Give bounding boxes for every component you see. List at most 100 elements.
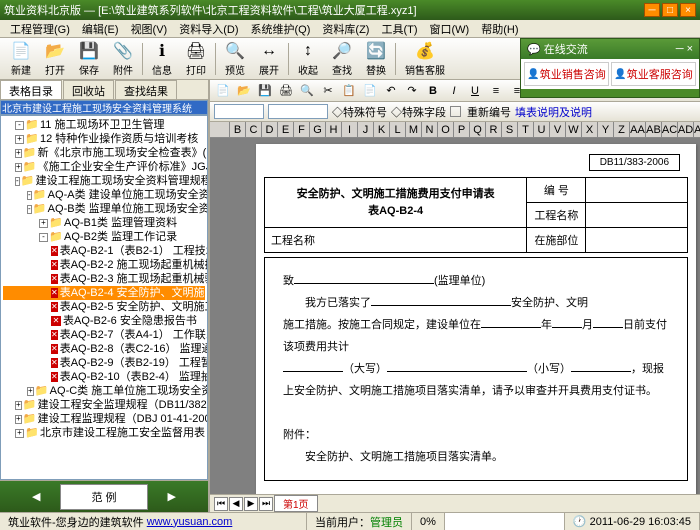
tree-toggle-icon[interactable]: - (15, 177, 20, 186)
column-header[interactable]: S (502, 122, 518, 137)
tree-node[interactable]: -📁11 施工现场环卫卫生管理 (3, 118, 205, 132)
service-consult-button[interactable]: 👤筑业客服咨询 (611, 62, 696, 86)
column-header[interactable]: AE (694, 122, 700, 137)
menu-item[interactable]: 资料库(Z) (316, 20, 375, 38)
tree-toggle-icon[interactable]: + (27, 387, 34, 396)
column-header[interactable]: Y (598, 122, 614, 137)
column-header[interactable]: K (374, 122, 390, 137)
align-left-icon[interactable]: ≡ (487, 82, 505, 100)
menu-item[interactable]: 窗口(W) (424, 20, 476, 38)
column-header[interactable]: Z (614, 122, 630, 137)
minimize-button[interactable]: ─ (644, 3, 660, 17)
tool-附件[interactable]: 📎附件 (106, 38, 140, 80)
document-scroll-area[interactable]: DB11/383-2006 安全防护、文明施工措施费用支付申请表 表AQ-B2-… (210, 138, 700, 494)
tree-node[interactable]: -📁AQ-B2类 监理工作记录 (3, 230, 205, 244)
field-dept[interactable] (586, 228, 688, 253)
tree-node[interactable]: ✕表AQ-B2-1（表B2-1） 工程技术 (3, 244, 205, 258)
cut-icon[interactable]: ✂ (319, 82, 337, 100)
tree-node[interactable]: ✕表AQ-B2-7（表A4-1） 工作联系 (3, 328, 205, 342)
menu-item[interactable]: 系统维护(Q) (245, 20, 317, 38)
tool-打印[interactable]: 🖨打印 (179, 38, 213, 80)
left-tab[interactable]: 表格目录 (0, 80, 62, 99)
help-link[interactable]: 填表说明及说明 (515, 104, 592, 120)
column-header[interactable]: M (406, 122, 422, 137)
field-project[interactable] (586, 203, 688, 228)
tree-node[interactable]: +📁建设工程监理规程（DBJ 01-41-2002） (3, 412, 205, 426)
formula-input[interactable] (268, 104, 328, 119)
column-header[interactable]: AA (630, 122, 646, 137)
maximize-button[interactable]: □ (662, 3, 678, 17)
close-button[interactable]: × (680, 3, 696, 17)
paste-icon[interactable]: 📄 (361, 82, 379, 100)
column-header[interactable]: H (326, 122, 342, 137)
tool-展开[interactable]: ↔展开 (252, 38, 286, 80)
tree-node[interactable]: ✕表AQ-B2-9（表B2-19） 工程暂停 (3, 356, 205, 370)
tree-node[interactable]: ✕表AQ-B2-6 安全隐患报告书 (3, 314, 205, 328)
tree-node[interactable]: ✕表AQ-B2-5 安全防护、文明施工 (3, 300, 205, 314)
tree-node[interactable]: ✕表AQ-B2-10（表B2-4） 监理抽查 (3, 370, 205, 384)
page-next-button[interactable]: ▶ (244, 497, 258, 511)
menu-item[interactable]: 编辑(E) (76, 20, 125, 38)
column-header[interactable]: R (486, 122, 502, 137)
column-header[interactable]: V (550, 122, 566, 137)
column-header[interactable]: I (342, 122, 358, 137)
tool-替换[interactable]: 🔄替换 (359, 38, 393, 80)
column-header[interactable]: AD (678, 122, 694, 137)
tree-node[interactable]: +📁12 特种作业操作资质与培训考核 (3, 132, 205, 146)
tree-node[interactable]: +📁AQ-C类 施工单位施工现场安全资料 (3, 384, 205, 398)
bold-icon[interactable]: B (424, 82, 442, 100)
page-last-button[interactable]: ⏭ (259, 497, 273, 511)
range-prev-icon[interactable]: ◀ (32, 490, 40, 503)
renumber-checkbox[interactable] (450, 106, 461, 117)
tree-node[interactable]: ✕表AQ-B2-2 施工现场起重机械拆 (3, 258, 205, 272)
new-icon[interactable]: 📄 (214, 82, 232, 100)
column-header[interactable] (210, 122, 230, 137)
range-next-icon[interactable]: ▶ (168, 490, 176, 503)
tree-toggle-icon[interactable]: + (15, 135, 24, 144)
tool-新建[interactable]: 📄新建 (4, 38, 38, 80)
tool-销售客服[interactable]: 💰销售客服 (398, 38, 452, 80)
menu-item[interactable]: 帮助(H) (475, 20, 524, 38)
status-url[interactable]: www.yusuan.com (147, 516, 233, 528)
tree-toggle-icon[interactable]: + (15, 429, 24, 438)
save-icon[interactable]: 💾 (256, 82, 274, 100)
preview-icon[interactable]: 🔍 (298, 82, 316, 100)
underline-icon[interactable]: U (466, 82, 484, 100)
open-icon[interactable]: 📂 (235, 82, 253, 100)
tree-node[interactable]: ✕表AQ-B2-3 施工现场起重机械验 (3, 272, 205, 286)
tree-node[interactable]: ✕表AQ-B2-8（表C2-16） 监理通知 (3, 342, 205, 356)
tree-toggle-icon[interactable]: + (15, 163, 22, 172)
column-header[interactable]: W (566, 122, 582, 137)
column-header[interactable]: AC (662, 122, 678, 137)
column-header[interactable]: P (454, 122, 470, 137)
column-header[interactable]: C (246, 122, 262, 137)
tool-收起[interactable]: ↕收起 (291, 38, 325, 80)
left-tab[interactable]: 回收站 (63, 80, 114, 99)
tree-toggle-icon[interactable]: + (15, 401, 22, 410)
column-header[interactable]: F (294, 122, 310, 137)
tree-toggle-icon[interactable]: - (39, 233, 48, 242)
column-header[interactable]: N (422, 122, 438, 137)
column-header[interactable]: G (310, 122, 326, 137)
tree-toggle-icon[interactable]: - (15, 121, 24, 130)
tree-node[interactable]: +📁《施工企业安全生产评价标准》JGJ/T77-2( (3, 160, 205, 174)
column-header[interactable]: J (358, 122, 374, 137)
tree-toggle-icon[interactable]: + (15, 149, 22, 158)
menu-item[interactable]: 工程管理(G) (4, 20, 76, 38)
column-header[interactable]: O (438, 122, 454, 137)
tree-node[interactable]: -📁AQ-A类 建设单位施工现场安全资料 (3, 188, 205, 202)
tree-node[interactable]: +📁建设工程安全监理规程（DB11/382-2006） (3, 398, 205, 412)
left-tab[interactable]: 查找结果 (115, 80, 177, 99)
field-number[interactable] (586, 178, 688, 203)
column-header[interactable]: Q (470, 122, 486, 137)
italic-icon[interactable]: I (445, 82, 463, 100)
column-header[interactable]: B (230, 122, 246, 137)
tree-toggle-icon[interactable]: + (39, 219, 48, 228)
column-header[interactable]: AB (646, 122, 662, 137)
menu-item[interactable]: 视图(V) (125, 20, 174, 38)
column-header[interactable]: T (518, 122, 534, 137)
page-prev-button[interactable]: ◀ (229, 497, 243, 511)
column-header[interactable]: X (582, 122, 598, 137)
tree-toggle-icon[interactable]: - (27, 191, 32, 200)
page-tab[interactable]: 第1页 (274, 495, 318, 512)
